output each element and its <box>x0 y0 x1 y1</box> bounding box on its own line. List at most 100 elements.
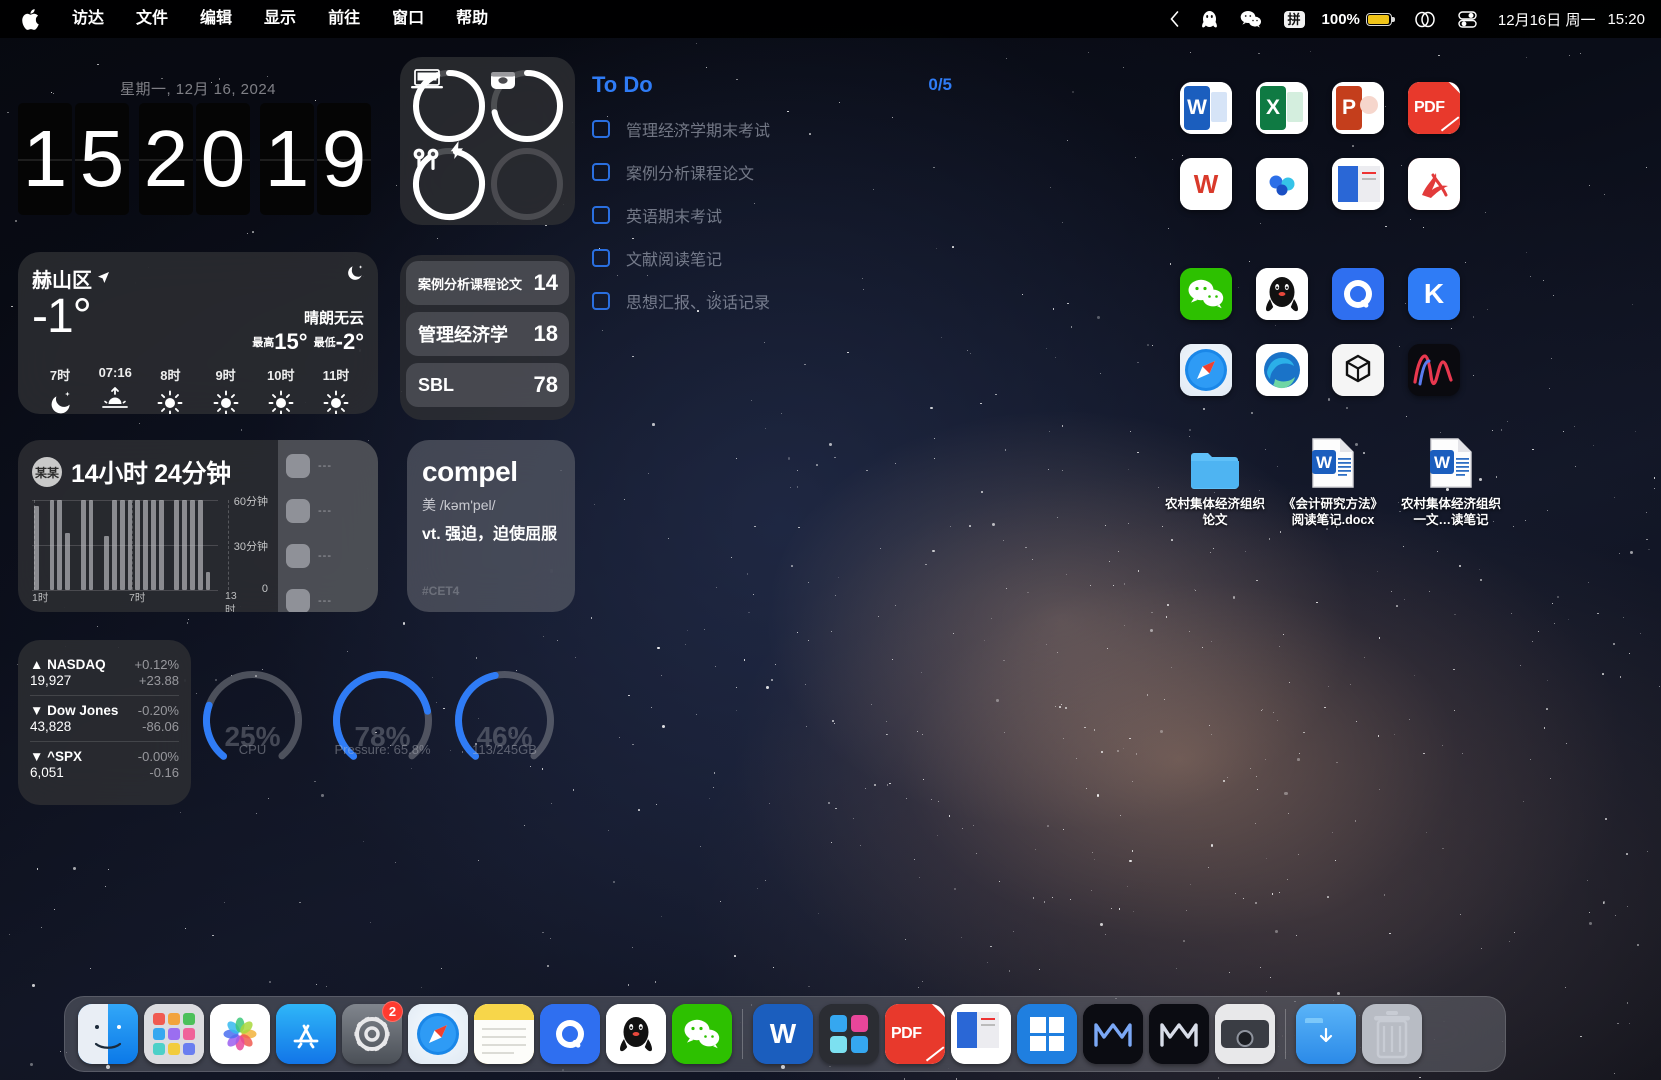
dock-item-word[interactable]: W <box>750 1001 816 1069</box>
screen-time-app-row[interactable]: --- <box>286 544 370 568</box>
todo-item[interactable]: 管理经济学期末考试 <box>592 117 952 141</box>
dock-item-finder[interactable] <box>75 1001 141 1069</box>
powerpoint-app[interactable]: P <box>1332 82 1384 134</box>
word-app[interactable]: W <box>1180 82 1232 134</box>
dock-item-photos[interactable] <box>207 1001 273 1067</box>
link-chain-icon[interactable] <box>1403 0 1447 38</box>
word-doc-item2[interactable]: W 农村集体经济组织一文…读笔记 <box>1396 432 1506 528</box>
empty-device-ring[interactable] <box>488 145 566 223</box>
screen-time-app-row[interactable]: --- <box>286 589 370 612</box>
dock-item-qq[interactable] <box>603 1001 669 1067</box>
stock-value: 19,927 <box>30 673 72 688</box>
todo-item[interactable]: 英语期末考试 <box>592 203 952 227</box>
todo-checkbox[interactable] <box>592 292 610 310</box>
menu-window[interactable]: 窗口 <box>376 0 440 38</box>
countdown-widget[interactable]: 案例分析课程论文 14 管理经济学 18 SBL 78 <box>400 255 575 420</box>
music-wave-app[interactable] <box>1408 344 1460 396</box>
stock-row[interactable]: ▼ Dow Jones -0.20% 43,828 -86.06 <box>30 695 179 741</box>
dock-item-wechat[interactable] <box>669 1001 735 1067</box>
menu-edit[interactable]: 编辑 <box>184 0 248 38</box>
weather-widget[interactable]: 赫山区 -1° 晴朗无云 最高15° 最低-2° 7时-1°07:160°8时0… <box>18 252 378 414</box>
dock-item-app-store[interactable] <box>273 1001 339 1067</box>
countdown-row[interactable]: 案例分析课程论文 14 <box>406 261 569 305</box>
memory-gauge[interactable]: 78% Pressure: 65.8% <box>330 668 435 773</box>
wechat-app[interactable] <box>1180 268 1232 320</box>
airpods-buds-ring[interactable] <box>410 141 488 223</box>
todo-checkbox[interactable] <box>592 206 610 224</box>
ime-indicator[interactable]: 拼 <box>1273 0 1316 38</box>
todo-item-label: 案例分析课程论文 <box>626 166 755 183</box>
menubar-time[interactable]: 15:20 <box>1595 11 1645 28</box>
word-of-day-widget[interactable]: compel 美 /kəm'pel/ vt. 强迫，迫使屈服 #CET4 <box>407 440 575 612</box>
dock-item-notes[interactable] <box>471 1001 537 1067</box>
menu-help[interactable]: 帮助 <box>440 0 504 38</box>
safari-app[interactable] <box>1180 344 1232 396</box>
screen-time-widget[interactable]: 某某 14小时 24分钟 60分钟 30分钟 0 1时 7时 13时 --- --… <box>18 440 378 612</box>
keka-app[interactable] <box>1408 158 1460 210</box>
apple-logo-icon[interactable] <box>22 8 42 30</box>
screen-time-app-row[interactable]: --- <box>286 454 370 478</box>
todo-item-label: 思想汇报、谈话记录 <box>626 295 771 312</box>
countdown-row[interactable]: 管理经济学 18 <box>406 312 569 356</box>
airpods-case-ring[interactable] <box>488 67 566 145</box>
excel-app[interactable]: X <box>1256 82 1308 134</box>
control-center-icon[interactable] <box>1447 0 1488 38</box>
menu-view[interactable]: 显示 <box>248 0 312 38</box>
stock-row[interactable]: ▼ ^SPX -0.00% 6,051 -0.16 <box>30 741 179 787</box>
qq-penguin-icon[interactable] <box>1190 0 1229 38</box>
dock-item-screenshot-tool[interactable] <box>1212 1001 1278 1067</box>
edge-app[interactable] <box>1256 344 1308 396</box>
flip-clock-widget[interactable]: 星期一, 12月 16, 2024 1 5 2 0 1 9 <box>18 78 378 223</box>
screen-time-app-row[interactable]: --- <box>286 499 370 523</box>
dock-item-safari[interactable] <box>405 1001 471 1067</box>
todo-item[interactable]: 文献阅读笔记 <box>592 246 952 270</box>
macbook-battery-ring[interactable] <box>410 67 488 145</box>
dock-item-quark[interactable] <box>537 1001 603 1067</box>
stock-row[interactable]: ▲ NASDAQ +0.12% 19,927 +23.88 <box>30 650 179 695</box>
weather-hour-label: 9时 <box>215 368 236 383</box>
cpu-gauge[interactable]: 25% CPU <box>200 668 305 773</box>
dock-item-pdf-expert[interactable]: PDF <box>882 1001 948 1067</box>
screen-time-xlabel-2: 7时 <box>129 592 146 604</box>
menubar-date[interactable]: 12月16日 周一 <box>1488 9 1596 30</box>
screen-time-bar <box>150 500 156 590</box>
stocks-widget[interactable]: ▲ NASDAQ +0.12% 19,927 +23.88 ▼ Dow Jones -0.… <box>18 640 191 805</box>
menu-finder[interactable]: 访达 <box>56 0 120 38</box>
menu-go[interactable]: 前往 <box>312 0 376 38</box>
dock-item-trash[interactable] <box>1359 1001 1425 1067</box>
stock-change: -0.16 <box>149 765 179 780</box>
wps-app[interactable]: W <box>1180 158 1232 210</box>
dock-item-launchpad-alt[interactable] <box>816 1001 882 1067</box>
disk-gauge[interactable]: 46% 113/245GB <box>452 668 557 773</box>
notability-app[interactable] <box>1332 158 1384 210</box>
dock-item-launchpad[interactable] <box>141 1001 207 1067</box>
pdf-app[interactable]: PDF <box>1408 82 1460 134</box>
todo-item[interactable]: 思想汇报、谈话记录 <box>592 289 952 313</box>
quark-app[interactable] <box>1332 268 1384 320</box>
dock-item-system-settings[interactable]: 2 <box>339 1001 405 1067</box>
kuake-k-app[interactable]: K <box>1408 268 1460 320</box>
dock-item-windows-vm[interactable] <box>1014 1001 1080 1067</box>
todo-checkbox[interactable] <box>592 163 610 181</box>
todo-checkbox[interactable] <box>592 120 610 138</box>
laptop-icon <box>410 67 488 145</box>
countdown-row[interactable]: SBL 78 <box>406 363 569 407</box>
wechat-icon[interactable] <box>1229 0 1273 38</box>
battery-widget[interactable] <box>400 57 575 225</box>
baidu-netdisk-app[interactable] <box>1256 158 1308 210</box>
chevron-left-icon[interactable] <box>1159 0 1190 38</box>
battery-icon[interactable] <box>1365 0 1403 38</box>
dock-item-notability[interactable] <box>948 1001 1014 1067</box>
chatgpt-app[interactable] <box>1332 344 1384 396</box>
dock-item-mweb-alt[interactable] <box>1146 1001 1212 1067</box>
menu-file[interactable]: 文件 <box>120 0 184 38</box>
todo-widget[interactable]: To Do 0/5 管理经济学期末考试 案例分析课程论文 英语期末考试 文献阅读笔记思… <box>592 72 952 313</box>
qq-app[interactable] <box>1256 268 1308 320</box>
folder-item[interactable]: 农村集体经济组织论文 <box>1160 432 1270 528</box>
dock-item-downloads-stack[interactable] <box>1293 1001 1359 1067</box>
desktop-app-grid: W X P PDF W K <box>1180 82 1480 420</box>
word-doc-item[interactable]: W 《会计研究方法》阅读笔记.docx <box>1278 432 1388 528</box>
dock-item-mweb[interactable] <box>1080 1001 1146 1067</box>
todo-item[interactable]: 案例分析课程论文 <box>592 160 952 184</box>
todo-checkbox[interactable] <box>592 249 610 267</box>
